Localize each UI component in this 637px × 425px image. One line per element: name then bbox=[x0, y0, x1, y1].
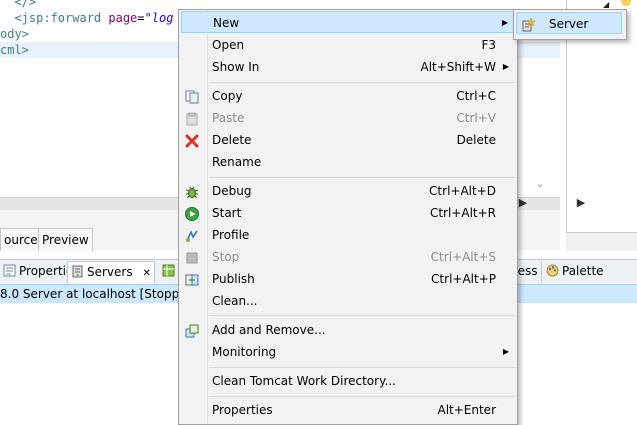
tab-servers[interactable]: Servers ✕ bbox=[67, 261, 155, 283]
start-icon bbox=[185, 206, 199, 221]
new-server-icon bbox=[521, 17, 536, 32]
close-icon[interactable]: ✕ bbox=[142, 268, 150, 279]
servers-icon bbox=[71, 264, 84, 278]
menu-item-rename[interactable]: Rename bbox=[181, 151, 515, 173]
copy-icon bbox=[185, 89, 199, 104]
menu-item-copy[interactable]: Copy Ctrl+C bbox=[181, 85, 515, 107]
submenu-arrow-icon: ▶ bbox=[502, 62, 509, 71]
menu-item-add-and-remove[interactable]: Add and Remove... bbox=[181, 319, 515, 341]
debug-bug-icon bbox=[185, 184, 199, 199]
menu-separator bbox=[209, 82, 515, 83]
tab-source[interactable]: ource bbox=[0, 228, 42, 251]
menu-item-stop[interactable]: Stop Ctrl+Alt+S bbox=[181, 246, 515, 268]
outline-panel-footer bbox=[566, 232, 637, 251]
new-submenu: Server bbox=[513, 9, 627, 40]
context-menu: New ▶ Open F3 Show In Alt+Shift+W ▶ Copy… bbox=[178, 9, 518, 425]
data-source-icon bbox=[162, 263, 175, 277]
profile-icon bbox=[185, 228, 199, 242]
scroll-down-icon[interactable]: ⌄ bbox=[532, 176, 548, 192]
paste-icon bbox=[185, 111, 199, 126]
code-line-0: </> bbox=[0, 0, 37, 9]
menu-item-delete[interactable]: Delete Delete bbox=[181, 129, 515, 151]
menu-item-monitoring[interactable]: Monitoring ▶ bbox=[181, 341, 515, 363]
submenu-arrow-icon: ▶ bbox=[501, 18, 508, 27]
palette-icon bbox=[546, 263, 559, 277]
menu-item-publish[interactable]: Publish Ctrl+Alt+P bbox=[181, 268, 515, 290]
properties-icon bbox=[3, 263, 16, 277]
panel-scroll-right-icon[interactable]: ▶ bbox=[574, 196, 588, 210]
menu-item-new[interactable]: New ▶ bbox=[181, 11, 515, 33]
submenu-item-server[interactable]: Server bbox=[516, 12, 622, 34]
menu-separator bbox=[209, 177, 515, 178]
tab-preview[interactable]: Preview bbox=[38, 228, 93, 251]
tree-expand-icon[interactable]: ◢ bbox=[603, 0, 609, 9]
publish-icon bbox=[185, 272, 199, 286]
menu-item-paste[interactable]: Paste Ctrl+V bbox=[181, 107, 515, 129]
code-line-1: <jsp:forward page="log bbox=[0, 11, 174, 25]
scroll-right-icon[interactable]: ▶ bbox=[516, 196, 530, 210]
submenu-arrow-icon: ▶ bbox=[502, 347, 509, 356]
menu-item-debug[interactable]: Debug Ctrl+Alt+D bbox=[181, 180, 515, 202]
add-remove-icon bbox=[185, 323, 199, 338]
menu-item-profile[interactable]: Profile bbox=[181, 224, 515, 246]
menu-item-clean[interactable]: Clean... bbox=[181, 290, 515, 312]
code-line-2: ody> bbox=[0, 27, 29, 41]
menu-item-show-in[interactable]: Show In Alt+Shift+W ▶ bbox=[181, 56, 515, 78]
menu-separator bbox=[209, 315, 515, 316]
menu-item-start[interactable]: Start Ctrl+Alt+R bbox=[181, 202, 515, 224]
menu-item-clean-tomcat-work-directory[interactable]: Clean Tomcat Work Directory... bbox=[181, 370, 515, 392]
menu-separator bbox=[209, 367, 515, 368]
tab-palette[interactable]: Palette bbox=[543, 261, 607, 282]
menu-item-open[interactable]: Open F3 bbox=[181, 34, 515, 56]
menu-item-properties[interactable]: Properties Alt+Enter bbox=[181, 399, 515, 421]
stop-icon bbox=[185, 250, 199, 264]
delete-icon bbox=[185, 133, 199, 148]
menu-separator bbox=[209, 396, 515, 397]
